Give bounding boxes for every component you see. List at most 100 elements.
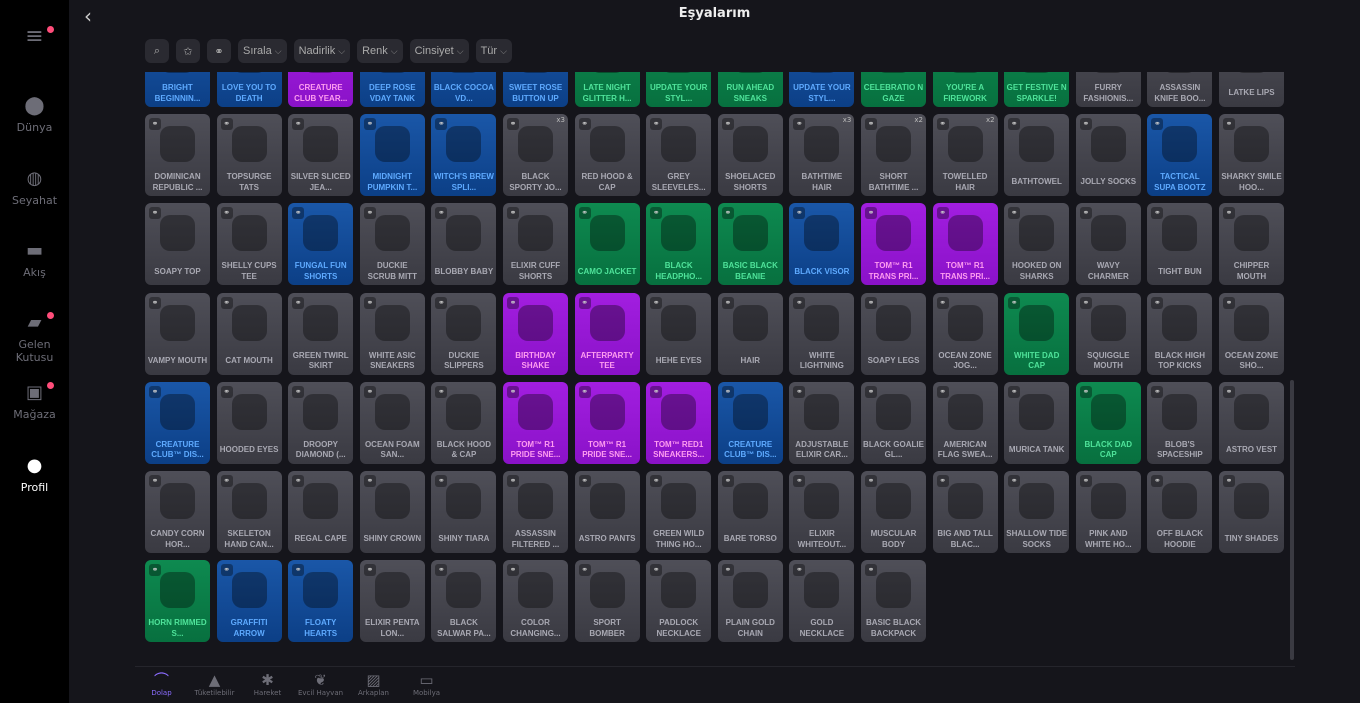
inventory-item[interactable]: ⚭ WHITE ASIC SNEAKERS: [359, 292, 425, 375]
inventory-item[interactable]: ⚭ GRAFFITI ARROW: [216, 560, 282, 643]
inventory-item[interactable]: ⚭ BLACK GOALIE GL...: [861, 381, 926, 464]
inventory-item[interactable]: ⚭ WHITE LIGHTNING: [789, 292, 855, 375]
linked-filter-button[interactable]: ⚭: [207, 39, 231, 63]
inventory-item[interactable]: ⚭ ELIXIR CUFF SHORTS: [503, 203, 568, 286]
inventory-item[interactable]: ⚭ BATHTOWEL: [1004, 114, 1070, 197]
inventory-item[interactable]: ⚭ BLACK HOOD & CAP: [431, 381, 497, 464]
inventory-item[interactable]: ⚭ DUCKIE SCRUB MITT: [359, 203, 425, 286]
inventory-item[interactable]: CREATURE CLUB YEAR...: [288, 72, 354, 107]
inventory-item[interactable]: ⚭ ASSASSIN FILTERED ...: [503, 471, 568, 553]
inventory-item[interactable]: ⚭ REGAL CAPE: [288, 471, 354, 553]
inventory-item[interactable]: ⚭ TOPSURGE TATS: [216, 114, 282, 197]
scrollbar[interactable]: [1290, 380, 1294, 660]
inventory-item[interactable]: ⚭ HOOKED ON SHARKS: [1004, 203, 1070, 286]
sidebar-item-travel[interactable]: ◍ Seyahat: [0, 168, 69, 207]
inventory-item[interactable]: ⚭ TOM™ R1 PRIDE SNE...: [574, 381, 640, 464]
inventory-item[interactable]: ⚭ MURICA TANK: [1004, 381, 1070, 464]
inventory-item[interactable]: ⚭ WITCH'S BREW SPLI...: [431, 114, 497, 197]
inventory-item[interactable]: ⚭ SKELETON HAND CAN...: [216, 471, 282, 553]
inventory-item[interactable]: ⚭ BLACK DAD CAP: [1075, 381, 1141, 464]
inventory-item[interactable]: ⚭ ASTRO VEST: [1219, 381, 1284, 464]
inventory-item[interactable]: GET FESTIVE N SPARKLE!: [1004, 72, 1070, 107]
sidebar-item-profile[interactable]: ● Profil: [0, 455, 69, 494]
inventory-item[interactable]: ⚭ x3 BLACK SPORTY JO...: [503, 114, 568, 197]
inventory-item[interactable]: ⚭ BASIC BLACK BACKPACK: [861, 560, 926, 643]
inventory-item[interactable]: ⚭ PLAIN GOLD CHAIN: [717, 560, 783, 643]
inventory-item[interactable]: ⚭ BLOB'S SPACESHIP: [1147, 381, 1213, 464]
gender-dropdown[interactable]: Cinsiyet ⌵: [409, 39, 469, 63]
inventory-item[interactable]: ⚭ PADLOCK NECKLACE: [646, 560, 712, 643]
inventory-item[interactable]: LATKE LIPS: [1219, 72, 1284, 107]
inventory-item[interactable]: ⚭ COLOR CHANGING...: [503, 560, 568, 643]
inventory-item[interactable]: ⚭ SHINY CROWN: [359, 471, 425, 553]
inventory-item[interactable]: ⚭ GREEN WILD THING HO...: [646, 471, 712, 553]
inventory-item[interactable]: ⚭ HEHE EYES: [646, 292, 712, 375]
inventory-item[interactable]: ⚭ TACTICAL SUPA BOOTZ: [1147, 114, 1213, 197]
inventory-item[interactable]: ⚭ RED HOOD & CAP: [574, 114, 640, 197]
inventory-item[interactable]: ⚭ HORN RIMMED S...: [145, 560, 210, 643]
inventory-item[interactable]: ⚭ SHELLY CUPS TEE: [216, 203, 282, 286]
inventory-item[interactable]: SWEET ROSE BUTTON UP: [503, 72, 568, 107]
inventory-item[interactable]: ⚭ AFTERPARTY TEE: [574, 292, 640, 375]
inventory-item[interactable]: ⚭ CREATURE CLUB™ DIS...: [145, 381, 210, 464]
type-dropdown[interactable]: Tür ⌵: [475, 39, 512, 63]
inventory-item[interactable]: ⚭ FUNGAL FUN SHORTS: [288, 203, 354, 286]
tab-pets[interactable]: ❦ Evcil Hayvan: [294, 667, 347, 703]
inventory-item[interactable]: ⚭ BIG AND TALL BLAC...: [932, 471, 998, 553]
sidebar-item-menu[interactable]: ≡: [0, 26, 69, 52]
inventory-item[interactable]: ⚭ BLACK HIGH TOP KICKS: [1147, 292, 1213, 375]
inventory-item[interactable]: ⚭ DROOPY DIAMOND (...: [288, 381, 354, 464]
inventory-item[interactable]: ⚭ BLACK HEADPHO...: [646, 203, 712, 286]
inventory-item[interactable]: UPDATE YOUR STYL...: [646, 72, 712, 107]
inventory-item[interactable]: ⚭ SHOELACED SHORTS: [717, 114, 783, 197]
tab-moves[interactable]: ✱ Hareket: [241, 667, 294, 703]
inventory-item[interactable]: ⚭ CREATURE CLUB™ DIS...: [717, 381, 783, 464]
inventory-item[interactable]: ⚭ TOM™ R1 TRANS PRI...: [932, 203, 998, 286]
inventory-item[interactable]: ⚭ AMERICAN FLAG SWEA...: [932, 381, 998, 464]
inventory-item[interactable]: ⚭ ADJUSTABLE ELIXIR CAR...: [789, 381, 855, 464]
inventory-item[interactable]: ⚭ BLOBBY BABY: [431, 203, 497, 286]
search-button[interactable]: ⌕: [145, 39, 169, 63]
inventory-item[interactable]: ⚭ GOLD NECKLACE: [789, 560, 855, 643]
inventory-item[interactable]: ⚭ ELIXIR PENTA LON...: [359, 560, 425, 643]
inventory-item[interactable]: FURRY FASHIONIS...: [1075, 72, 1141, 107]
inventory-item[interactable]: ⚭ VAMPY MOUTH: [145, 292, 210, 375]
inventory-item[interactable]: ⚭ TOM™ R1 TRANS PRI...: [861, 203, 926, 286]
inventory-item[interactable]: BRIGHT BEGINNIN...: [145, 72, 210, 107]
inventory-item[interactable]: ⚭ TOM™ RED1 SNEAKERS...: [646, 381, 712, 464]
inventory-item[interactable]: ⚭ HOODED EYES: [216, 381, 282, 464]
inventory-item[interactable]: ⚭ JOLLY SOCKS: [1075, 114, 1141, 197]
inventory-item[interactable]: ⚭ CAMO JACKET: [574, 203, 640, 286]
inventory-item[interactable]: ⚭ OCEAN ZONE SHO...: [1219, 292, 1284, 375]
inventory-item[interactable]: ⚭ BLACK VISOR: [789, 203, 855, 286]
sidebar-item-feed[interactable]: ▬ Akış: [0, 240, 69, 279]
inventory-item[interactable]: ⚭ SHINY TIARA: [431, 471, 497, 553]
favorites-button[interactable]: ✩: [176, 39, 200, 63]
inventory-item[interactable]: CELEBRATIO N GAZE: [861, 72, 926, 107]
inventory-item[interactable]: DEEP ROSE VDAY TANK: [359, 72, 425, 107]
inventory-item[interactable]: ⚭ BLACK SALWAR PA...: [431, 560, 497, 643]
tab-closet[interactable]: ⌒ Dolap: [135, 667, 188, 703]
inventory-item[interactable]: ⚭ BIRTHDAY SHAKE: [503, 292, 568, 375]
inventory-item[interactable]: RUN AHEAD SNEAKS: [717, 72, 783, 107]
inventory-item[interactable]: ⚭ MIDNIGHT PUMPKIN T...: [359, 114, 425, 197]
rarity-dropdown[interactable]: Nadirlik ⌵: [293, 39, 351, 63]
inventory-item[interactable]: ⚭ TOM™ R1 PRIDE SNE...: [503, 381, 568, 464]
inventory-item[interactable]: ⚭ SOAPY LEGS: [861, 292, 926, 375]
inventory-item[interactable]: ⚭ SPORT BOMBER: [574, 560, 640, 643]
inventory-item[interactable]: ⚭ SHALLOW TIDE SOCKS: [1004, 471, 1070, 553]
inventory-item[interactable]: ⚭ DUCKIE SLIPPERS: [431, 292, 497, 375]
inventory-item[interactable]: ⚭ SILVER SLICED JEA...: [288, 114, 354, 197]
inventory-item[interactable]: ⚭ ASTRO PANTS: [574, 471, 640, 553]
inventory-item[interactable]: ⚭ TIGHT BUN: [1147, 203, 1213, 286]
inventory-item[interactable]: ⚭ ELIXIR WHITEOUT...: [789, 471, 855, 553]
inventory-item[interactable]: ⚭ SOAPY TOP: [145, 203, 210, 286]
inventory-item[interactable]: ⚭ BASIC BLACK BEANIE: [717, 203, 783, 286]
inventory-item[interactable]: ⚭ OCEAN FOAM SAN...: [359, 381, 425, 464]
inventory-item[interactable]: ⚭ BARE TORSO: [717, 471, 783, 553]
inventory-item[interactable]: ⚭ x2 TOWELLED HAIR: [932, 114, 998, 197]
sort-dropdown[interactable]: Sırala ⌵: [238, 39, 287, 63]
inventory-item[interactable]: ⚭ MUSCULAR BODY: [861, 471, 926, 553]
inventory-item[interactable]: ⚭ FLOATY HEARTS: [288, 560, 354, 643]
sidebar-item-store[interactable]: ▣ Mağaza: [0, 382, 69, 421]
